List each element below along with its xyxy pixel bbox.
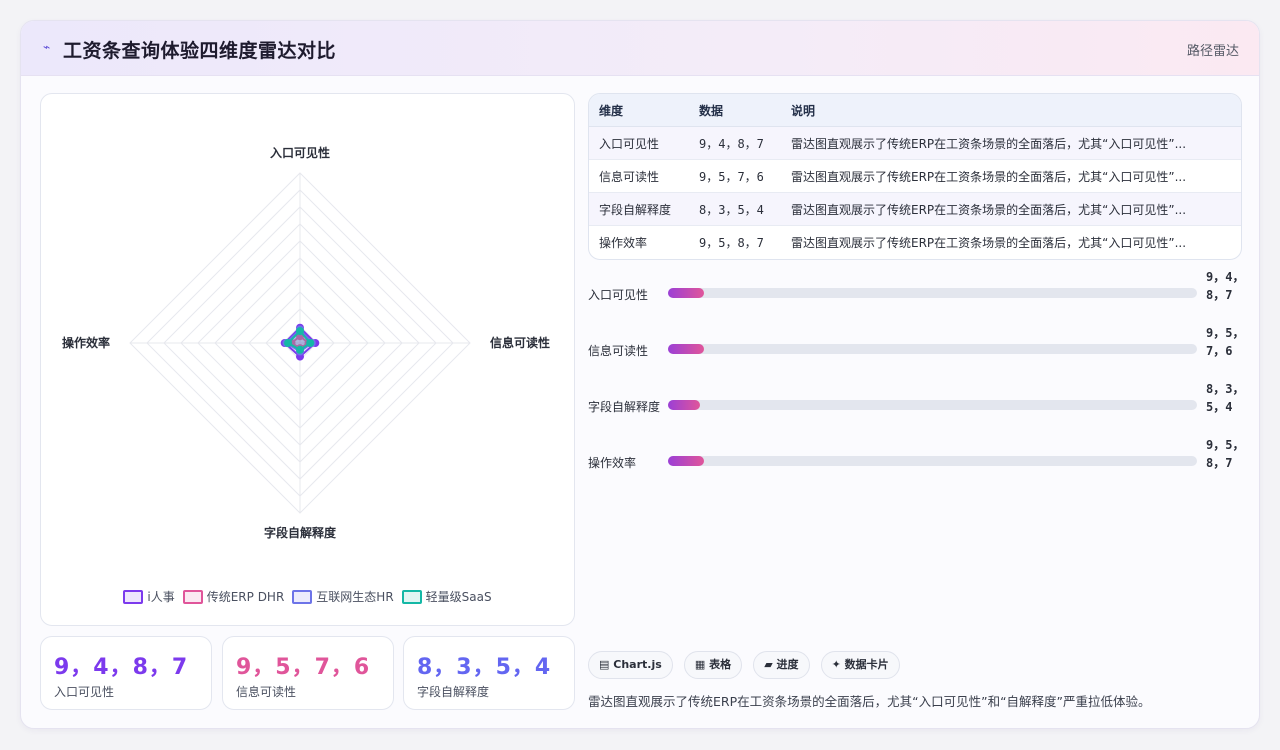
progress-label: 入口可见性 <box>588 288 649 302</box>
stat-card-entry: 9，4，8，7 入口可见性 <box>40 636 212 710</box>
cell-description: 雷达图直观展示了传统ERP在工资条场景的全面落后，尤其“入口可见性”... <box>791 235 1187 250</box>
progress-icon: ▰ <box>764 658 773 671</box>
progress-fill <box>668 456 704 466</box>
cell-dimension: 操作效率 <box>599 235 648 250</box>
cell-dimension: 字段自解释度 <box>589 192 689 226</box>
legend-item[interactable]: i人事 <box>123 588 175 605</box>
stat-card-self-explain: 8，3，5，4 字段自解释度 <box>403 636 575 710</box>
page-title: 工资条查询体验四维度雷达对比 <box>63 40 337 62</box>
progress-row-self-explain: 字段自解释度 8，3，5，4 <box>588 382 1259 439</box>
data-point <box>296 327 304 336</box>
legend-swatch <box>182 590 203 604</box>
chip-progress[interactable]: ▰ 进度 <box>753 651 810 679</box>
sparkle-icon: ✦ <box>831 658 841 671</box>
chip-label: 数据卡片 <box>844 658 889 671</box>
table-row: 字段自解释度 8，3，5，4 雷达图直观展示了传统ERP在工资条场景的全面落后，… <box>589 192 1241 226</box>
legend-item[interactable]: 轻量级SaaS <box>401 588 492 605</box>
summary-note: 雷达图直观展示了传统ERP在工资条场景的全面落后，尤其“入口可见性”和“自解释度… <box>588 694 1151 709</box>
table-row: 操作效率 9，5，8，7 雷达图直观展示了传统ERP在工资条场景的全面落后，尤其… <box>589 226 1241 259</box>
view-chips: ▤ Chart.js ▦ 表格 ▰ 进度 ✦ 数据卡片 <box>588 651 906 679</box>
progress-row-efficiency: 操作效率 9，5，8，7 <box>588 438 1259 495</box>
progress-track <box>668 456 1197 466</box>
data-point <box>296 345 304 354</box>
legend-label: i人事 <box>147 590 175 604</box>
progress-value: 9，5，8，7 <box>1206 438 1245 470</box>
progress-track <box>668 400 1197 410</box>
axis-label: 操作效率 <box>62 335 110 350</box>
cell-description: 雷达图直观展示了传统ERP在工资条场景的全面落后，尤其“入口可见性”... <box>781 159 1241 193</box>
progress-value: 8，3，5，4 <box>1206 382 1245 414</box>
legend-swatch <box>292 590 313 604</box>
chip-table[interactable]: ▦ 表格 <box>683 651 743 679</box>
cell-dimension: 入口可见性 <box>589 126 689 160</box>
cell-description: 雷达图直观展示了传统ERP在工资条场景的全面落后，尤其“入口可见性”... <box>781 126 1241 160</box>
chip-label: 进度 <box>776 658 799 671</box>
progress-fill <box>668 288 704 298</box>
stat-value: 9，5，7，6 <box>236 655 371 680</box>
axis-label: 字段自解释度 <box>264 525 337 540</box>
progress-fill <box>668 344 704 354</box>
cell-data: 9，5，7，6 <box>689 159 781 193</box>
legend-label: 轻量级SaaS <box>425 590 492 604</box>
chart-legend: i人事 传统ERP DHR 互联网生态HR 轻量级SaaS <box>41 588 574 605</box>
cell-data: 9，4，8，7 <box>689 126 781 160</box>
chip-label: 表格 <box>709 658 732 671</box>
table-header-row: 维度 数据 说明 <box>589 94 1241 127</box>
column-header-description: 说明 <box>781 94 1241 127</box>
progress-value: 9，4，8，7 <box>1206 270 1245 302</box>
stat-label: 入口可见性 <box>54 685 115 699</box>
progress-row-readability: 信息可读性 9，5，7，6 <box>588 326 1259 383</box>
radar-chart: 入口可见性信息可读性字段自解释度 操作效率 <box>62 145 550 540</box>
chip-chartjs[interactable]: ▤ Chart.js <box>588 651 673 679</box>
data-point <box>284 339 293 347</box>
cell-dimension: 信息可读性 <box>589 159 689 193</box>
stat-card-readability: 9，5，7，6 信息可读性 <box>222 636 394 710</box>
progress-label: 信息可读性 <box>588 344 649 358</box>
chip-data-card[interactable]: ✦ 数据卡片 <box>820 651 900 679</box>
stat-label: 信息可读性 <box>236 685 297 699</box>
progress-track <box>668 344 1197 354</box>
dashboard-card: ⌁ 工资条查询体验四维度雷达对比 路径雷达 入口可见性 信息可读性 字段自解释度 操作… <box>20 20 1260 729</box>
progress-label: 字段自解释度 <box>588 400 661 414</box>
table-row: 信息可读性 9，5，7，6 雷达图直观展示了传统ERP在工资条场景的全面落后，尤… <box>589 159 1241 193</box>
column-header-dimension: 维度 <box>589 94 689 127</box>
legend-item[interactable]: 传统ERP DHR <box>182 588 285 605</box>
table-row: 入口可见性 9，4，8，7 雷达图直观展示了传统ERP在工资条场景的全面落后，尤… <box>589 126 1241 160</box>
cell-data: 9，5，8，7 <box>699 235 764 250</box>
pulse-icon: ⌁ <box>43 40 51 54</box>
stat-label: 字段自解释度 <box>417 685 490 699</box>
stat-value: 9，4，8，7 <box>54 655 189 680</box>
legend-label: 传统ERP DHR <box>206 590 285 604</box>
legend-swatch <box>401 590 422 604</box>
header-tag: 路径雷达 <box>1186 44 1239 59</box>
legend-swatch <box>123 590 144 604</box>
progress-value: 9，5，7，6 <box>1206 326 1245 358</box>
data-table: 维度 数据 说明 入口可见性 9，4，8，7 雷达图直观展示了传统ERP在工资条… <box>588 93 1242 260</box>
chart-icon: ▤ <box>599 658 610 671</box>
table-icon: ▦ <box>694 658 706 671</box>
header-bar: ⌁ 工资条查询体验四维度雷达对比 路径雷达 <box>21 21 1259 76</box>
stat-value: 8，3，5，4 <box>417 655 552 680</box>
legend-label: 互联网生态HR <box>316 590 394 604</box>
cell-data: 8，3，5，4 <box>689 192 781 226</box>
cell-description: 雷达图直观展示了传统ERP在工资条场景的全面落后，尤其“入口可见性”... <box>781 192 1241 226</box>
data-point <box>306 339 315 347</box>
radar-chart-panel: 入口可见性信息可读性字段自解释度 操作效率 i人事 传统ERP DHR 互联网生态HR… <box>40 93 575 626</box>
progress-row-entry: 入口可见性 9，4，8，7 <box>588 270 1259 327</box>
progress-track <box>668 288 1197 298</box>
axis-label: 信息可读性 <box>490 335 550 350</box>
progress-label: 操作效率 <box>588 456 637 470</box>
legend-item[interactable]: 互联网生态HR <box>292 588 394 605</box>
chip-label: Chart.js <box>613 658 662 671</box>
progress-fill <box>668 400 700 410</box>
axis-label: 入口可见性 <box>270 145 330 160</box>
column-header-data: 数据 <box>689 94 781 127</box>
